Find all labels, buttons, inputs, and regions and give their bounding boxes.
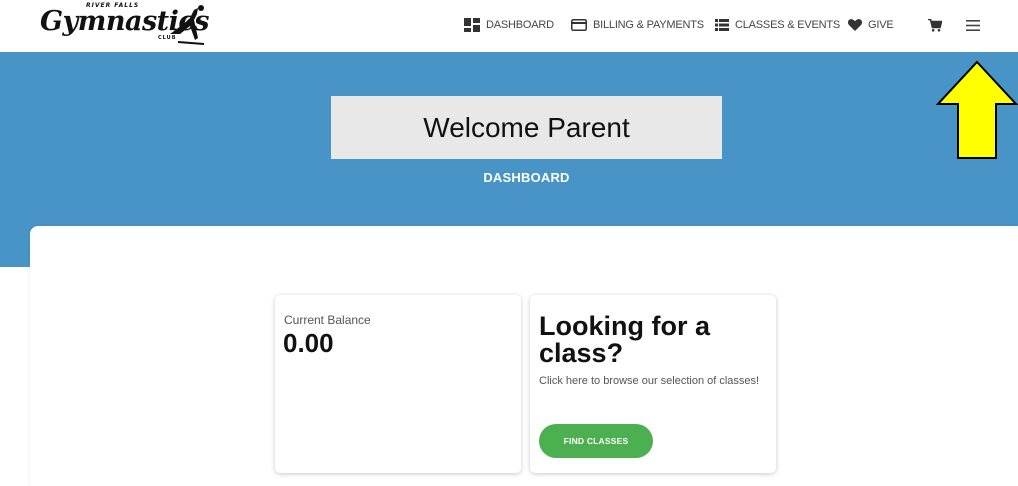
nav-billing-label: BILLING & PAYMENTS — [593, 19, 704, 31]
nav-give-label: GIVE — [868, 19, 894, 31]
cart-icon — [928, 18, 942, 32]
nav-dashboard[interactable]: DASHBOARD — [464, 0, 554, 50]
find-classes-button[interactable]: FIND CLASSES — [539, 424, 653, 458]
balance-card: Current Balance 0.00 — [275, 295, 521, 473]
list-icon — [715, 19, 729, 31]
content-panel — [30, 226, 1018, 486]
menu-icon — [966, 19, 980, 31]
credit-card-icon — [571, 19, 587, 31]
club-logo[interactable]: RIVER FALLS Gymnastics CLUB — [40, 2, 210, 46]
heart-icon — [848, 19, 862, 31]
logo-bottom-text: CLUB — [158, 35, 177, 41]
nav-give[interactable]: GIVE — [848, 0, 894, 50]
find-class-card[interactable]: Looking for a class? Click here to brows… — [530, 295, 776, 473]
menu-button[interactable] — [966, 0, 980, 50]
dashboard-icon — [464, 18, 480, 32]
top-navbar: RIVER FALLS Gymnastics CLUB DASHBOARD BI… — [0, 0, 1018, 52]
welcome-heading: Welcome Parent — [331, 96, 722, 159]
find-class-description: Click here to browse our selection of cl… — [539, 375, 760, 387]
page-title: DASHBOARD — [483, 170, 570, 185]
find-class-title: Looking for a class? — [539, 311, 710, 368]
balance-label: Current Balance — [284, 313, 371, 327]
balance-value: 0.00 — [283, 328, 334, 358]
nav-dashboard-label: DASHBOARD — [486, 19, 554, 31]
annotation-arrow-icon — [936, 60, 1018, 159]
nav-classes-label: CLASSES & EVENTS — [735, 19, 841, 31]
nav-classes[interactable]: CLASSES & EVENTS — [715, 0, 840, 50]
nav-billing[interactable]: BILLING & PAYMENTS — [571, 0, 704, 50]
cart-button[interactable] — [928, 0, 942, 50]
